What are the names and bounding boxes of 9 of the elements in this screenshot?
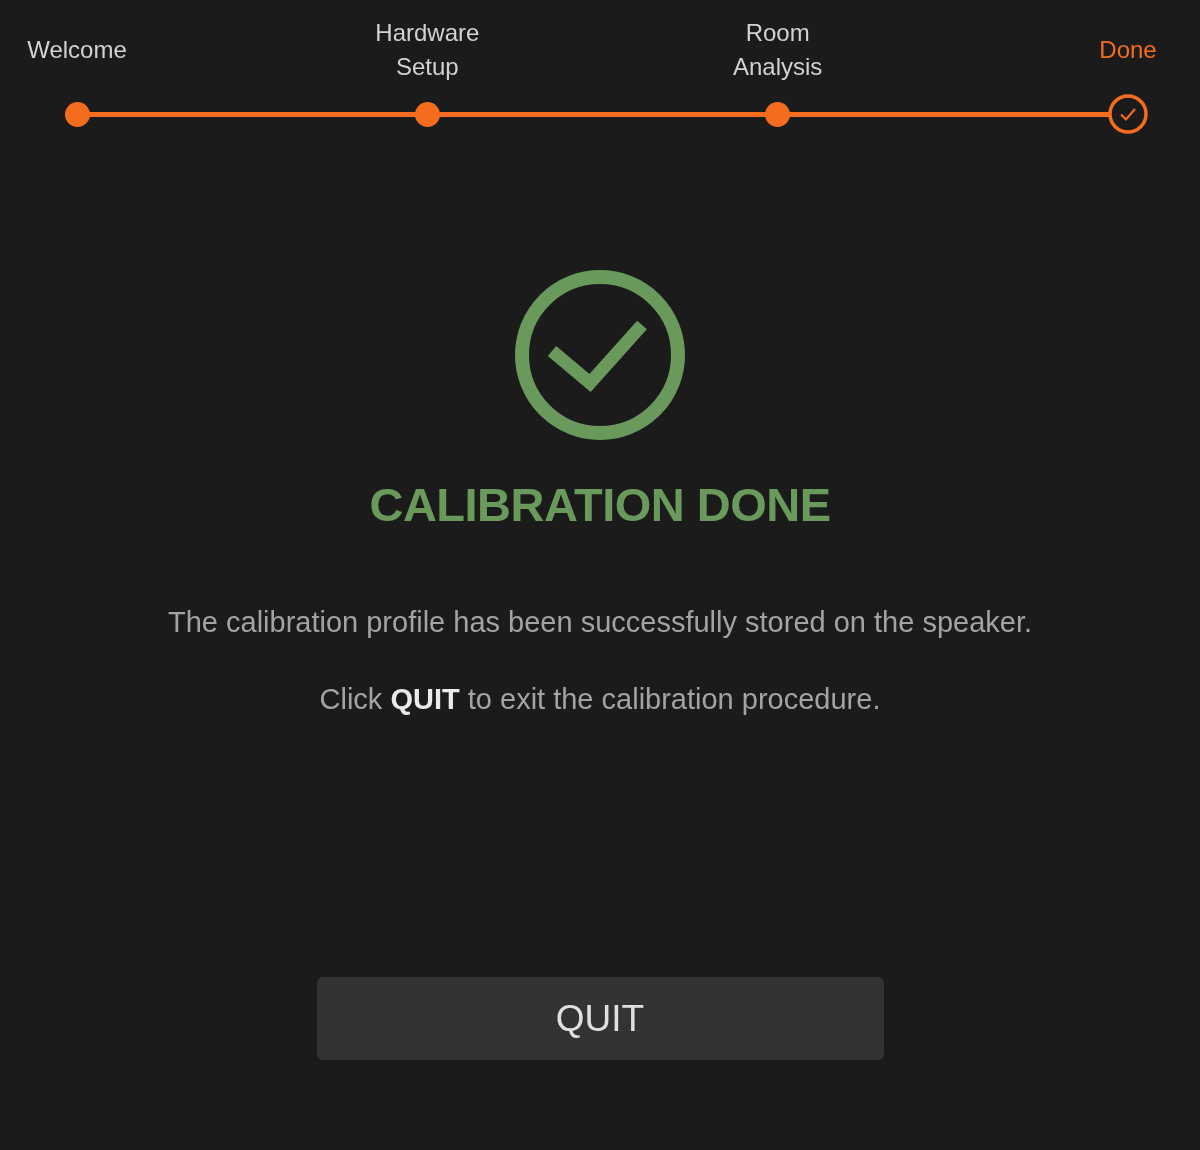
step-label: Done: [1099, 35, 1157, 65]
quit-button[interactable]: QUIT: [316, 977, 884, 1060]
result-title: CALIBRATION DONE: [369, 477, 831, 533]
step-label: Hardware Setup: [374, 18, 481, 82]
step-label: Room Analysis: [731, 18, 824, 82]
message-text: Click QUIT to exit the calibration procedure.: [319, 682, 881, 717]
check-circle-icon: [514, 269, 686, 441]
message-text: The calibration profile has been successfully stored on the speaker.: [167, 605, 1033, 640]
step-label: Welcome: [27, 35, 127, 65]
